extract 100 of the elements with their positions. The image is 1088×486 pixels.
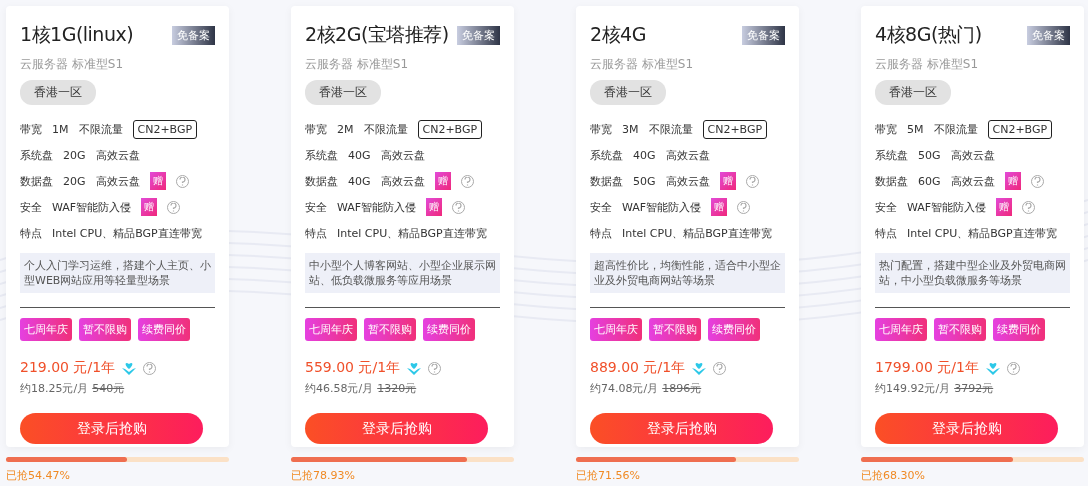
promo-tag: 七周年庆 xyxy=(875,318,927,341)
sold-percentage: 已抢54.47% xyxy=(6,468,71,483)
spec-note: 高效云盘 xyxy=(380,147,425,163)
spec-label: 系统盘 xyxy=(305,147,338,163)
buy-button[interactable]: 登录后抢购 xyxy=(20,413,203,444)
plan-title: 2核2G(宝塔推荐) xyxy=(305,22,449,47)
spec-value: 2M xyxy=(337,122,354,136)
promo-tag: 七周年庆 xyxy=(20,318,72,341)
monthly-price: 约46.58元/月 xyxy=(305,381,374,396)
region-pill[interactable]: 香港一区 xyxy=(20,80,96,105)
spec-value: 40G xyxy=(348,174,371,188)
promo-tag: 续费同价 xyxy=(423,318,475,341)
spec-label: 系统盘 xyxy=(590,147,623,163)
spec-note: 高效云盘 xyxy=(950,173,995,189)
no-filing-badge: 免备案 xyxy=(457,25,500,45)
plan-title: 4核8G(热门) xyxy=(875,22,982,47)
spec-note: 高效云盘 xyxy=(380,173,425,189)
spec-label: 带宽 xyxy=(875,121,897,137)
spec-note: 高效云盘 xyxy=(95,147,140,163)
promo-tag: 七周年庆 xyxy=(305,318,357,341)
gift-badge: 赠 xyxy=(149,172,166,190)
original-price: 1320元 xyxy=(377,381,417,396)
spec-value: 50G xyxy=(633,174,656,188)
buy-button[interactable]: 登录后抢购 xyxy=(305,413,488,444)
region-pill[interactable]: 香港一区 xyxy=(875,80,951,105)
promo-tag: 续费同价 xyxy=(138,318,190,341)
spec-label: 数据盘 xyxy=(875,173,908,189)
spec-label: 安全 xyxy=(20,199,42,215)
spec-note: 不限流量 xyxy=(78,121,123,137)
buy-button[interactable]: 登录后抢购 xyxy=(590,413,773,444)
heart-hand-icon xyxy=(691,360,708,376)
price: 889.00 元/1年 xyxy=(590,359,686,377)
spec-label: 系统盘 xyxy=(875,147,908,163)
spec-value: WAF智能防入侵 xyxy=(622,199,702,215)
plan-description: 超高性价比，均衡性能，适合中小型企业及外贸电商网站等场景 xyxy=(590,253,785,293)
spec-value: WAF智能防入侵 xyxy=(337,199,417,215)
spec-label: 带宽 xyxy=(305,121,327,137)
network-tag: CN2+BGP xyxy=(132,119,198,139)
spec-label: 数据盘 xyxy=(305,173,338,189)
spec-label: 带宽 xyxy=(590,121,612,137)
original-price: 540元 xyxy=(92,381,125,396)
spec-note: 不限流量 xyxy=(648,121,693,137)
spec-value: WAF智能防入侵 xyxy=(907,199,987,215)
spec-label: 系统盘 xyxy=(20,147,53,163)
plan-description: 个人入门学习运维，搭建个人主页、小型WEB网站应用等轻量型场景 xyxy=(20,253,215,293)
plan-title: 2核4G xyxy=(590,22,646,47)
plan-subtitle: 云服务器 标准型S1 xyxy=(305,56,410,73)
price: 219.00 元/1年 xyxy=(20,359,116,377)
region-pill[interactable]: 香港一区 xyxy=(305,80,381,105)
spec-value: WAF智能防入侵 xyxy=(52,199,132,215)
heart-hand-icon xyxy=(406,360,423,376)
spec-value: 40G xyxy=(348,148,371,162)
plan-title: 1核1G(linux) xyxy=(20,22,134,47)
spec-note: 高效云盘 xyxy=(665,173,710,189)
promo-tag: 七周年庆 xyxy=(590,318,642,341)
spec-value: Intel CPU、精品BGP直连带宽 xyxy=(52,225,202,241)
spec-value: 40G xyxy=(633,148,656,162)
spec-label: 带宽 xyxy=(20,121,42,137)
promo-tag: 暂不限购 xyxy=(934,318,986,341)
spec-value: 50G xyxy=(918,148,941,162)
no-filing-badge: 免备案 xyxy=(172,25,215,45)
plan-description: 热门配置，搭建中型企业及外贸电商网站，中小型负载微服务等场景 xyxy=(875,253,1070,293)
plan-description: 中小型个人博客网站、小型企业展示网站、低负载微服务等应用场景 xyxy=(305,253,500,293)
sold-percentage: 已抢78.93% xyxy=(291,468,356,483)
spec-note: 高效云盘 xyxy=(665,147,710,163)
gift-badge: 赠 xyxy=(426,198,443,216)
spec-value: Intel CPU、精品BGP直连带宽 xyxy=(907,225,1057,241)
heart-hand-icon xyxy=(121,360,138,376)
spec-label: 特点 xyxy=(875,225,897,241)
region-pill[interactable]: 香港一区 xyxy=(590,80,666,105)
spec-note: 高效云盘 xyxy=(95,173,140,189)
spec-note: 不限流量 xyxy=(363,121,408,137)
spec-value: Intel CPU、精品BGP直连带宽 xyxy=(337,225,487,241)
spec-note: 高效云盘 xyxy=(950,147,995,163)
spec-label: 安全 xyxy=(875,199,897,215)
spec-value: 20G xyxy=(63,148,86,162)
monthly-price: 约18.25元/月 xyxy=(20,381,89,396)
spec-label: 安全 xyxy=(590,199,612,215)
promo-tag: 暂不限购 xyxy=(79,318,131,341)
spec-label: 特点 xyxy=(590,225,612,241)
plan-subtitle: 云服务器 标准型S1 xyxy=(20,56,125,73)
plan-subtitle: 云服务器 标准型S1 xyxy=(875,56,980,73)
promo-tag: 暂不限购 xyxy=(649,318,701,341)
monthly-price: 约74.08元/月 xyxy=(590,381,659,396)
price: 1799.00 元/1年 xyxy=(875,359,979,377)
promo-tag: 续费同价 xyxy=(993,318,1045,341)
network-tag: CN2+BGP xyxy=(702,119,768,139)
spec-label: 特点 xyxy=(20,225,42,241)
spec-label: 数据盘 xyxy=(590,173,623,189)
no-filing-badge: 免备案 xyxy=(742,25,785,45)
sold-percentage: 已抢68.30% xyxy=(861,468,926,483)
buy-button[interactable]: 登录后抢购 xyxy=(875,413,1058,444)
gift-badge: 赠 xyxy=(996,198,1013,216)
promo-tag: 暂不限购 xyxy=(364,318,416,341)
network-tag: CN2+BGP xyxy=(987,119,1053,139)
spec-value: 20G xyxy=(63,174,86,188)
gift-badge: 赠 xyxy=(434,172,451,190)
no-filing-badge: 免备案 xyxy=(1027,25,1070,45)
heart-hand-icon xyxy=(984,360,1001,376)
spec-label: 安全 xyxy=(305,199,327,215)
